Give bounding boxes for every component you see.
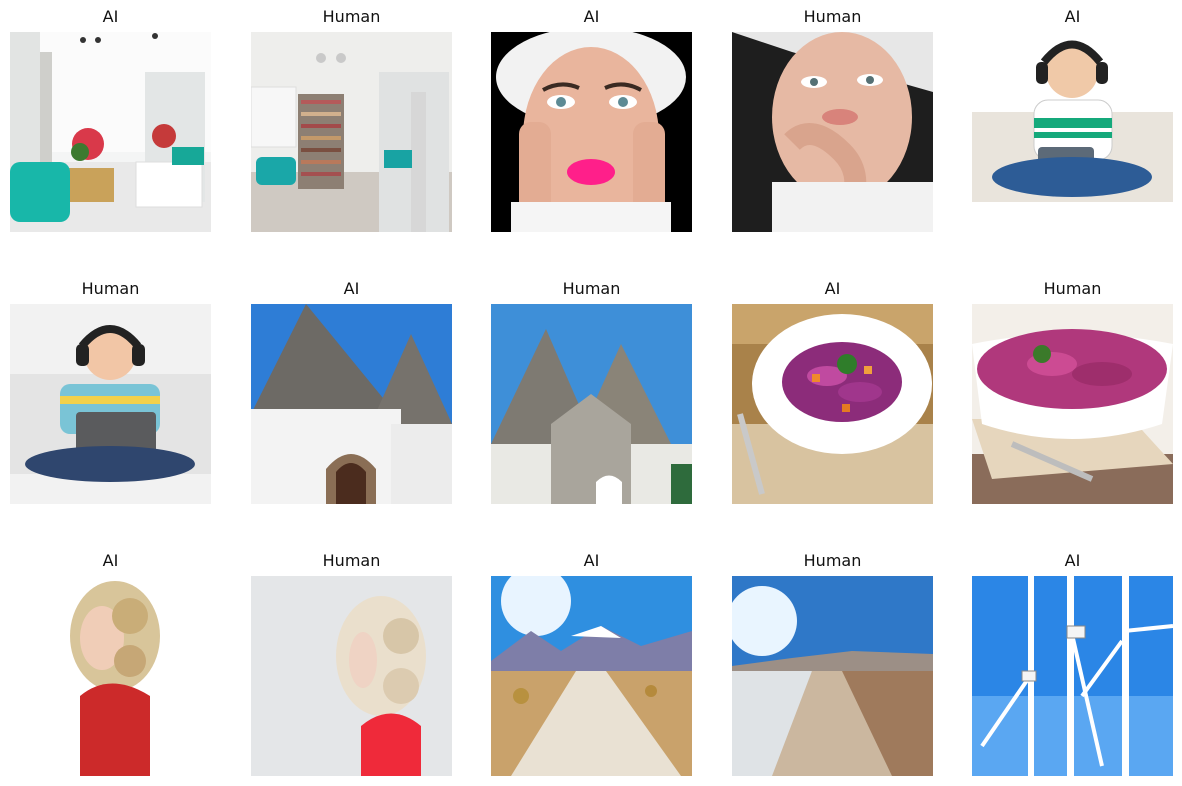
cell-label: AI (583, 551, 600, 570)
trulli-human-image (491, 304, 692, 504)
cell-label: Human (803, 551, 862, 570)
grid-cell-4: Human (732, 7, 933, 232)
cell-label: AI (1064, 551, 1081, 570)
cabbage-salad-human-image (972, 304, 1173, 504)
grid-cell-15: AI (972, 551, 1173, 776)
curly-woman-ai-image (10, 576, 211, 776)
cell-label: Human (562, 279, 621, 298)
grid-cell-1: AI (10, 7, 211, 232)
grid-cell-9: AI (732, 279, 933, 504)
cell-label: AI (824, 279, 841, 298)
cell-label: Human (322, 551, 381, 570)
cell-label: AI (343, 279, 360, 298)
cell-label: Human (322, 7, 381, 26)
cell-label: Human (1043, 279, 1102, 298)
grid-cell-5: AI (972, 7, 1173, 232)
cell-label: AI (102, 7, 119, 26)
curly-woman-human-image (251, 576, 452, 776)
boy-tablet-ai-image (972, 32, 1173, 232)
cell-label: Human (803, 7, 862, 26)
cell-label: AI (583, 7, 600, 26)
living-room-human-image (251, 32, 452, 232)
grid-cell-12: Human (251, 551, 452, 776)
grid-cell-13: AI (491, 551, 692, 776)
trulli-ai-image (251, 304, 452, 504)
cell-label: Human (81, 279, 140, 298)
grid-cell-10: Human (972, 279, 1173, 504)
grid-cell-3: AI (491, 7, 692, 232)
grid-cell-7: AI (251, 279, 452, 504)
grid-cell-11: AI (10, 551, 211, 776)
grid-cell-2: Human (251, 7, 452, 232)
woman-face-human-image (732, 32, 933, 232)
boy-tablet-human-image (10, 304, 211, 504)
grid-cell-14: Human (732, 551, 933, 776)
grid-cell-8: Human (491, 279, 692, 504)
woman-face-ai-image (491, 32, 692, 232)
desert-road-human-image (732, 576, 933, 776)
living-room-ai-image (10, 32, 211, 232)
cell-label: AI (102, 551, 119, 570)
cell-label: AI (1064, 7, 1081, 26)
wind-turbines-ai-image (972, 576, 1173, 776)
grid-cell-6: Human (10, 279, 211, 504)
desert-road-ai-image (491, 576, 692, 776)
cabbage-salad-ai-image (732, 304, 933, 504)
